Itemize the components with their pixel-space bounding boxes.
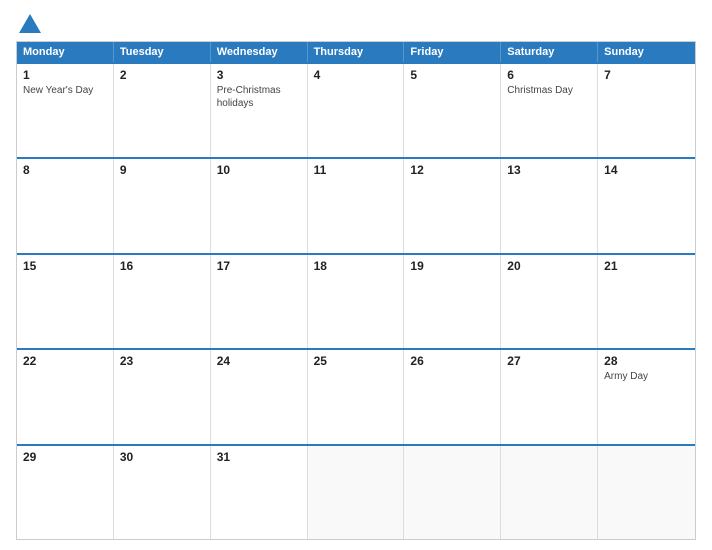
- cal-cell: 13: [501, 159, 598, 252]
- week-row-2: 89 10 11 12 13 14: [17, 157, 695, 252]
- page-header: [16, 12, 696, 33]
- cal-cell: 23: [114, 350, 211, 443]
- calendar: MondayTuesdayWednesdayThursdayFridaySatu…: [16, 41, 696, 540]
- day-number: 14: [604, 163, 689, 177]
- week-row-3: 15 16 17 18 19 20 21: [17, 253, 695, 348]
- cal-cell: 18: [308, 255, 405, 348]
- day-number: 15: [23, 259, 107, 273]
- day-number: 29: [23, 450, 107, 464]
- day-number: 24: [217, 354, 301, 368]
- day-number: 18: [314, 259, 398, 273]
- cal-cell: 3 Pre-Christmas holidays: [211, 64, 308, 157]
- day-number: 22: [23, 354, 107, 368]
- cal-cell: 2: [114, 64, 211, 157]
- cal-cell: 25: [308, 350, 405, 443]
- day-number: 2: [120, 68, 204, 82]
- day-number: 17: [217, 259, 301, 273]
- day-number: 25: [314, 354, 398, 368]
- cal-cell: 11: [308, 159, 405, 252]
- day-number: 28: [604, 354, 689, 368]
- day-number: 27: [507, 354, 591, 368]
- cal-cell: 24: [211, 350, 308, 443]
- cal-cell: 30: [114, 446, 211, 539]
- day-number: 7: [604, 68, 689, 82]
- cal-cell: 4: [308, 64, 405, 157]
- day-number: 10: [217, 163, 301, 177]
- day-header-sunday: Sunday: [598, 42, 695, 62]
- cal-cell: 6 Christmas Day: [501, 64, 598, 157]
- cal-cell: 16: [114, 255, 211, 348]
- week-row-4: 22 23 24 25 26 27 28 Army Day: [17, 348, 695, 443]
- holiday-label: New Year's Day: [23, 85, 93, 96]
- day-number: 23: [120, 354, 204, 368]
- day-number: 21: [604, 259, 689, 273]
- cal-cell: 20: [501, 255, 598, 348]
- cal-cell: 9: [114, 159, 211, 252]
- cal-cell: 1 New Year's Day: [17, 64, 114, 157]
- day-number: 4: [314, 68, 398, 82]
- day-number: 19: [410, 259, 494, 273]
- calendar-header: MondayTuesdayWednesdayThursdayFridaySatu…: [17, 42, 695, 62]
- holiday-label: Pre-Christmas holidays: [217, 85, 281, 109]
- cal-cell: 28 Army Day: [598, 350, 695, 443]
- calendar-page: MondayTuesdayWednesdayThursdayFridaySatu…: [0, 0, 712, 550]
- cal-cell: 19: [404, 255, 501, 348]
- cal-cell: 15: [17, 255, 114, 348]
- cal-cell: 17: [211, 255, 308, 348]
- cal-cell: 27: [501, 350, 598, 443]
- day-number: 1: [23, 68, 107, 82]
- cal-cell: 29: [17, 446, 114, 539]
- day-number: 11: [314, 163, 398, 177]
- cal-cell: 7: [598, 64, 695, 157]
- day-header-saturday: Saturday: [501, 42, 598, 62]
- logo-triangle-icon: [19, 14, 41, 33]
- cal-cell: 22: [17, 350, 114, 443]
- day-number: 12: [410, 163, 494, 177]
- day-header-tuesday: Tuesday: [114, 42, 211, 62]
- day-number: 20: [507, 259, 591, 273]
- day-number: 31: [217, 450, 301, 464]
- day-header-monday: Monday: [17, 42, 114, 62]
- day-number: 30: [120, 450, 204, 464]
- day-header-thursday: Thursday: [308, 42, 405, 62]
- day-number: 9: [120, 163, 204, 177]
- cal-cell: 10: [211, 159, 308, 252]
- holiday-label: Christmas Day: [507, 85, 573, 96]
- cal-cell: 21: [598, 255, 695, 348]
- week-row-5: 29 30 31: [17, 444, 695, 539]
- cal-cell: [501, 446, 598, 539]
- cal-cell: 31: [211, 446, 308, 539]
- cal-cell: [404, 446, 501, 539]
- day-number: 16: [120, 259, 204, 273]
- holiday-label: Army Day: [604, 371, 648, 382]
- day-number: 26: [410, 354, 494, 368]
- day-number: 8: [23, 163, 107, 177]
- cal-cell: 8: [17, 159, 114, 252]
- day-number: 5: [410, 68, 494, 82]
- cal-cell: 26: [404, 350, 501, 443]
- cal-cell: 5: [404, 64, 501, 157]
- day-header-friday: Friday: [404, 42, 501, 62]
- cal-cell: [598, 446, 695, 539]
- day-number: 13: [507, 163, 591, 177]
- cal-cell: 12: [404, 159, 501, 252]
- day-header-wednesday: Wednesday: [211, 42, 308, 62]
- cal-cell: [308, 446, 405, 539]
- day-number: 3: [217, 68, 301, 82]
- cal-cell: 14: [598, 159, 695, 252]
- week-row-1: 1 New Year's Day 23 Pre-Christmas holidays 4…: [17, 62, 695, 157]
- logo: [16, 12, 41, 33]
- day-number: 6: [507, 68, 591, 82]
- calendar-body: 1 New Year's Day 23 Pre-Christmas holidays 4…: [17, 62, 695, 539]
